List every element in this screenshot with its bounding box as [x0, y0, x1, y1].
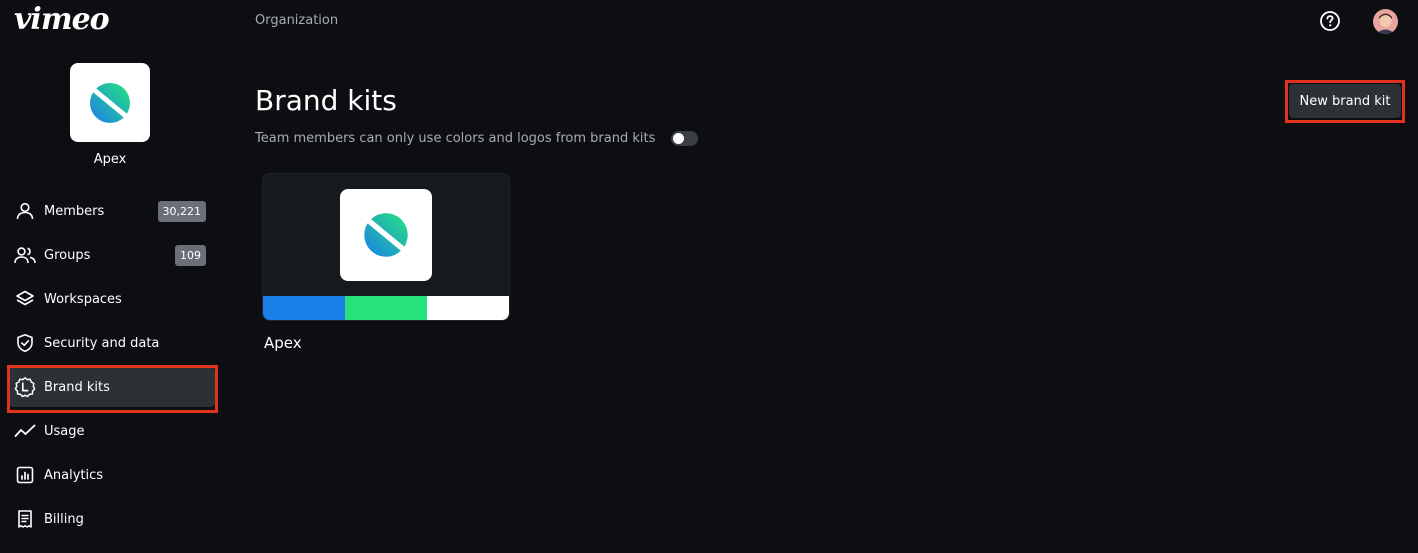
member-count-badge: 30,221 [157, 200, 206, 222]
sidebar-item-label: Billing [44, 511, 84, 527]
layers-icon [14, 288, 36, 310]
sidebar-item-members[interactable]: Members 30,221 [8, 191, 216, 231]
sidebar-item-billing[interactable]: Billing [8, 499, 216, 539]
breadcrumb[interactable]: Organization [255, 13, 338, 28]
sidebar-item-label: Security and data [44, 335, 160, 351]
user-avatar[interactable] [1373, 9, 1398, 34]
sidebar-item-groups[interactable]: Groups 109 [8, 235, 216, 275]
toggle-label: Team members can only use colors and log… [255, 131, 656, 146]
sidebar-item-security[interactable]: Security and data [8, 323, 216, 363]
brand-kit-color-swatches [263, 296, 509, 320]
sidebar-item-label: Analytics [44, 467, 104, 483]
page-title: Brand kits [255, 84, 397, 117]
color-swatch [263, 296, 345, 320]
shield-check-icon [14, 332, 36, 354]
sidebar-item-label: Groups [44, 247, 91, 263]
brand-kit-name[interactable]: Apex [264, 334, 302, 352]
vimeo-logo[interactable]: vimeo [14, 2, 110, 37]
color-swatch [345, 296, 427, 320]
sidebar-item-label: Usage [44, 423, 85, 439]
sidebar-item-brand-kits[interactable]: Brand kits [8, 367, 216, 407]
receipt-icon [14, 508, 36, 530]
people-icon [14, 244, 36, 266]
sidebar-item-label: Brand kits [44, 379, 110, 395]
sidebar-item-analytics[interactable]: Analytics [8, 455, 216, 495]
brand-kit-restriction-toggle[interactable] [671, 131, 699, 146]
brand-kit-card[interactable] [262, 173, 510, 321]
sidebar-item-workspaces[interactable]: Workspaces [8, 279, 216, 319]
person-icon [14, 200, 36, 222]
bar-chart-icon [14, 464, 36, 486]
sidebar-item-label: Members [44, 203, 105, 219]
group-count-badge: 109 [175, 244, 206, 266]
help-icon[interactable] [1319, 10, 1341, 32]
sidebar-item-label: Workspaces [44, 291, 122, 307]
brand-kit-restriction-setting: Team members can only use colors and log… [255, 131, 699, 146]
brand-kit-logo [340, 189, 432, 281]
organization-name: Apex [93, 152, 127, 167]
trend-line-icon [14, 420, 36, 442]
new-brand-kit-button[interactable]: New brand kit [1289, 84, 1401, 118]
sidebar-item-usage[interactable]: Usage [8, 411, 216, 451]
brand-kit-badge-icon [14, 376, 36, 398]
color-swatch [427, 296, 509, 320]
organization-logo [70, 63, 150, 142]
